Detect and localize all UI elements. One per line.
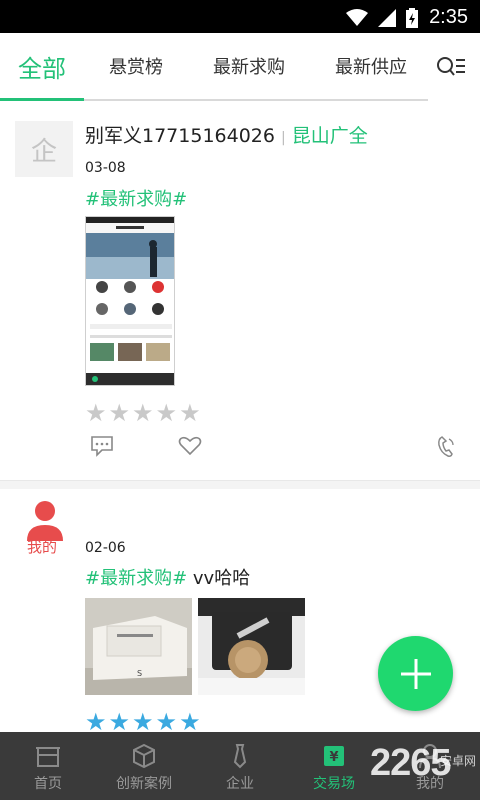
category-tabs: 全部 悬赏榜 最新求购 最新供应 xyxy=(0,33,480,101)
post-date: 03-08 xyxy=(85,160,126,176)
nav-label: 交易场 xyxy=(313,776,355,792)
person-icon xyxy=(419,744,441,769)
phone-call-icon[interactable] xyxy=(436,435,456,459)
company-avatar[interactable]: 企 xyxy=(15,121,73,177)
post-author[interactable]: 别军义17715164026 xyxy=(85,125,275,147)
star-icon: ★ xyxy=(85,708,107,736)
post-content: #最新求购# xyxy=(85,185,187,211)
post-tag[interactable]: #最新求购# xyxy=(85,568,187,589)
post-photo[interactable]: S xyxy=(85,598,192,695)
bottom-nav: 首页 创新案例 企业 ¥ 交易场 我的 xyxy=(0,732,480,800)
app-screenshot-image xyxy=(86,217,174,385)
section-gap xyxy=(0,481,480,489)
status-bar: 2:35 xyxy=(0,0,480,33)
tab-bounty[interactable]: 悬赏榜 xyxy=(109,53,163,79)
post-actions xyxy=(0,433,480,465)
add-post-button[interactable] xyxy=(378,636,453,711)
tie-icon xyxy=(233,744,247,769)
post-author-line: 别军义17715164026 | 昆山广全 xyxy=(85,121,368,148)
star-icon: ★ xyxy=(179,708,201,736)
star-icon: ★ xyxy=(108,708,131,736)
tab-latest-purchase[interactable]: 最新求购 xyxy=(213,53,285,79)
post-content: #最新求购# vv哈哈 xyxy=(85,564,250,590)
rating-stars: ★ ★ ★ ★ ★ xyxy=(85,401,201,425)
cube-icon xyxy=(133,743,155,769)
star-icon: ★ xyxy=(179,399,201,427)
post-tag[interactable]: #最新求购# xyxy=(85,189,187,210)
separator: | xyxy=(280,130,286,146)
post-date: 02-06 xyxy=(85,540,126,556)
svg-text:¥: ¥ xyxy=(329,750,338,765)
search-filter-icon[interactable] xyxy=(436,55,466,79)
battery-icon xyxy=(406,8,418,28)
star-icon: ★ xyxy=(155,399,178,427)
nav-enterprise[interactable]: 企业 xyxy=(224,732,256,800)
nav-trade-market[interactable]: ¥ 交易场 xyxy=(310,732,358,800)
nav-label: 我的 xyxy=(416,776,444,792)
nav-label: 创新案例 xyxy=(116,776,172,792)
post-photo[interactable] xyxy=(198,598,305,695)
star-icon: ★ xyxy=(132,708,154,736)
nav-innovation-cases[interactable]: 创新案例 xyxy=(113,732,175,800)
nav-label: 企业 xyxy=(226,776,254,792)
clock: 2:35 xyxy=(429,6,468,28)
star-icon: ★ xyxy=(85,399,107,427)
product-photo xyxy=(198,598,305,695)
comment-icon[interactable] xyxy=(90,435,114,457)
nav-label: 首页 xyxy=(34,776,62,792)
post-card[interactable]: 企 别军义17715164026 | 昆山广全 03-08 #最新求购# ★ ★… xyxy=(0,101,480,481)
wifi-icon xyxy=(346,9,368,26)
trade-icon: ¥ xyxy=(324,746,344,766)
tab-all[interactable]: 全部 xyxy=(18,49,66,84)
star-icon: ★ xyxy=(132,399,154,427)
rating-stars: ★ ★ ★ ★ ★ xyxy=(85,710,201,734)
like-heart-icon[interactable] xyxy=(178,436,202,456)
avatar-label: 我的 xyxy=(27,538,58,556)
star-icon: ★ xyxy=(155,708,178,736)
status-icons xyxy=(346,8,418,28)
nav-mine[interactable]: 我的 xyxy=(414,732,446,800)
product-photo: S xyxy=(85,598,192,695)
tab-latest-supply[interactable]: 最新供应 xyxy=(335,53,407,79)
svg-text:S: S xyxy=(137,669,142,678)
nav-home[interactable]: 首页 xyxy=(30,732,66,800)
home-icon xyxy=(36,747,60,767)
plus-icon xyxy=(400,658,431,689)
post-message: vv哈哈 xyxy=(192,568,251,589)
signal-icon xyxy=(378,9,396,27)
post-company[interactable]: 昆山广全 xyxy=(292,125,368,147)
post-image[interactable] xyxy=(85,216,175,386)
star-icon: ★ xyxy=(108,399,131,427)
